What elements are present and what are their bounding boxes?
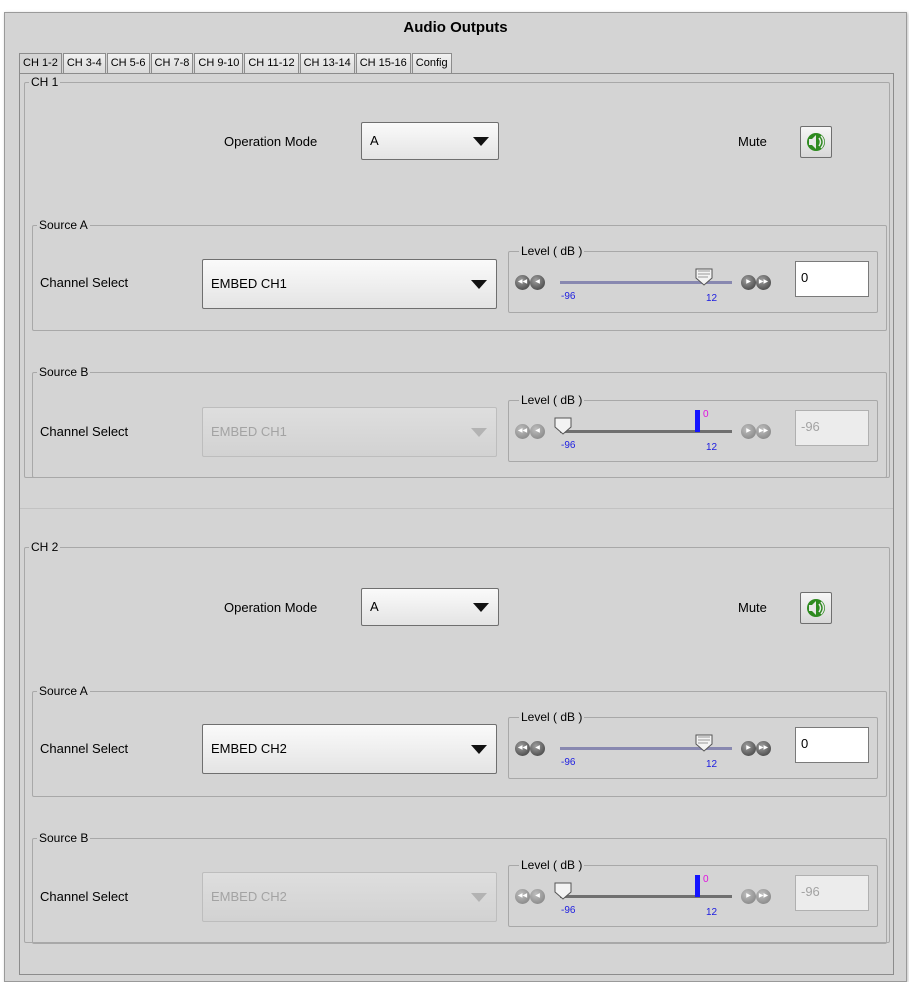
ch1-mute-button[interactable] [800, 126, 832, 158]
speaker-icon [807, 133, 825, 151]
tab-panel: CH 1 Operation Mode A Mute Source A Chan… [19, 73, 894, 975]
slider-max-label: 12 [706, 759, 718, 770]
forward-icon[interactable]: ▶ [741, 741, 756, 756]
rewind-icon[interactable]: ◀ [530, 889, 545, 904]
tab-ch-1-2[interactable]: CH 1-2 [19, 53, 62, 74]
ch1-source-b-level-slider: ◀◀ ◀ 0 -96 12 ▶ ▶▶ -96 [508, 394, 878, 462]
ch1-source-b-channel-select-value: EMBED CH1 [211, 424, 287, 439]
ch1-source-b-legend: Source B [39, 365, 89, 379]
chevron-down-icon [473, 137, 489, 146]
chevron-down-icon [471, 428, 487, 437]
forward-fast-icon[interactable]: ▶▶ [756, 275, 771, 290]
window-title: Audio Outputs [403, 19, 508, 36]
ch2-source-b-level-slider: ◀◀ ◀ 0 -96 12 ▶ ▶▶ -96 [508, 859, 878, 927]
ch1-source-b-channel-select-label: Channel Select [40, 424, 129, 439]
slider-track[interactable] [560, 430, 732, 433]
ch2-source-a-legend: Source A [39, 684, 88, 698]
speaker-icon [807, 599, 825, 617]
chevron-down-icon [471, 893, 487, 902]
slider-thumb[interactable] [694, 733, 714, 753]
slider-max-label: 12 [706, 442, 718, 453]
ch2-mute-label: Mute [738, 600, 767, 615]
ch1-operation-mode-value: A [370, 133, 379, 148]
tab-ch-13-14[interactable]: CH 13-14 [299, 53, 355, 73]
ch1-source-a-level-input[interactable]: 0 [795, 261, 869, 297]
ch2-source-a-level-input[interactable]: 0 [795, 727, 869, 763]
slider-thumb[interactable] [553, 881, 573, 901]
forward-icon[interactable]: ▶ [741, 275, 756, 290]
tab-ch-5-6[interactable]: CH 5-6 [106, 53, 150, 73]
slider-thumb[interactable] [553, 416, 573, 436]
slider-reference-label: 0 [703, 409, 709, 420]
ch1-source-b-channel-select[interactable]: EMBED CH1 [202, 407, 497, 457]
slider-reference-marker [695, 410, 700, 432]
ch1-source-a-channel-select[interactable]: EMBED CH1 [202, 259, 497, 309]
slider-min-label: -96 [561, 440, 576, 451]
ch1-source-b-level-input[interactable]: -96 [795, 410, 869, 446]
ch2-source-b-channel-select[interactable]: EMBED CH2 [202, 872, 497, 922]
audio-outputs-window: Audio Outputs CH 1-2 CH 3-4 CH 5-6 CH 7-… [4, 12, 907, 982]
rewind-fast-icon[interactable]: ◀◀ [515, 275, 530, 290]
ch1-source-a-legend: Source A [39, 218, 88, 232]
ch1-operation-mode-select[interactable]: A [361, 122, 499, 160]
forward-fast-icon[interactable]: ▶▶ [756, 889, 771, 904]
rewind-fast-icon[interactable]: ◀◀ [515, 424, 530, 439]
rewind-icon[interactable]: ◀ [530, 741, 545, 756]
slider-min-label: -96 [561, 291, 576, 302]
rewind-fast-icon[interactable]: ◀◀ [515, 889, 530, 904]
ch1-legend: CH 1 [31, 75, 59, 89]
rewind-icon[interactable]: ◀ [530, 424, 545, 439]
tab-ch-3-4[interactable]: CH 3-4 [62, 53, 106, 73]
ch2-mute-button[interactable] [800, 592, 832, 624]
ch2-operation-mode-select[interactable]: A [361, 588, 499, 626]
slider-min-label: -96 [561, 757, 576, 768]
tab-ch-7-8[interactable]: CH 7-8 [150, 53, 194, 73]
ch1-source-a-channel-select-label: Channel Select [40, 275, 129, 290]
tab-bar: CH 1-2 CH 3-4 CH 5-6 CH 7-8 CH 9-10 CH 1… [19, 53, 453, 74]
slider-thumb[interactable] [694, 267, 714, 287]
forward-icon[interactable]: ▶ [741, 424, 756, 439]
tab-config[interactable]: Config [411, 53, 452, 73]
ch2-operation-mode-label: Operation Mode [224, 600, 318, 615]
ch2-source-a-level-slider: ◀◀ ◀ -96 12 ▶ ▶▶ 0 [508, 711, 878, 779]
ch2-source-b-legend: Source B [39, 831, 89, 845]
forward-fast-icon[interactable]: ▶▶ [756, 424, 771, 439]
section-divider [20, 508, 893, 509]
ch2-legend: CH 2 [31, 540, 59, 554]
tab-ch-9-10[interactable]: CH 9-10 [194, 53, 244, 73]
ch2-source-a-channel-select[interactable]: EMBED CH2 [202, 724, 497, 774]
ch2-source-a-channel-select-label: Channel Select [40, 741, 129, 756]
slider-min-label: -96 [561, 905, 576, 916]
ch1-operation-mode-label: Operation Mode [224, 134, 318, 149]
ch2-source-b-channel-select-label: Channel Select [40, 889, 129, 904]
rewind-fast-icon[interactable]: ◀◀ [515, 741, 530, 756]
slider-reference-marker [695, 875, 700, 897]
ch2-source-a-channel-select-value: EMBED CH2 [211, 741, 287, 756]
slider-max-label: 12 [706, 293, 718, 304]
tab-ch-11-12[interactable]: CH 11-12 [244, 53, 299, 73]
chevron-down-icon [473, 603, 489, 612]
rewind-icon[interactable]: ◀ [530, 275, 545, 290]
tab-ch-15-16[interactable]: CH 15-16 [355, 53, 411, 73]
slider-track[interactable] [560, 895, 732, 898]
chevron-down-icon [471, 745, 487, 754]
ch1-source-a-channel-select-value: EMBED CH1 [211, 276, 287, 291]
slider-reference-label: 0 [703, 874, 709, 885]
slider-max-label: 12 [706, 907, 718, 918]
ch2-source-b-channel-select-value: EMBED CH2 [211, 889, 287, 904]
ch2-operation-mode-value: A [370, 599, 379, 614]
ch2-source-b-level-input[interactable]: -96 [795, 875, 869, 911]
ch1-mute-label: Mute [738, 134, 767, 149]
chevron-down-icon [471, 280, 487, 289]
forward-icon[interactable]: ▶ [741, 889, 756, 904]
forward-fast-icon[interactable]: ▶▶ [756, 741, 771, 756]
ch1-source-a-level-slider: ◀◀ ◀ -96 12 ▶ ▶▶ 0 [508, 245, 878, 313]
